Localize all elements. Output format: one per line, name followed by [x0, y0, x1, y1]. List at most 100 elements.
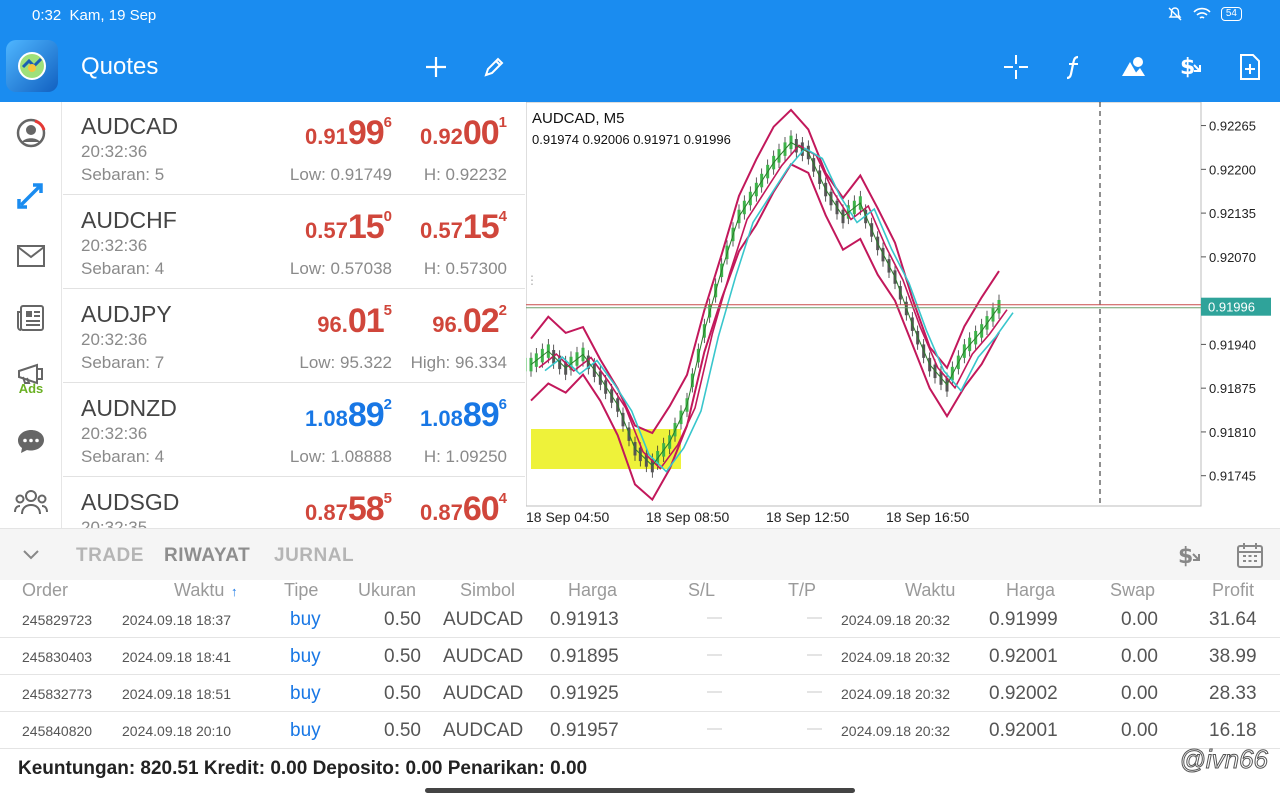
- cell-symbol: AUDCAD: [443, 646, 524, 667]
- quote-symbol: AUDNZD: [81, 395, 177, 421]
- trade-arrows-icon[interactable]: [14, 178, 48, 212]
- column-header[interactable]: Waktu: [905, 580, 955, 601]
- quote-symbol: AUDSGD: [81, 489, 180, 515]
- tab-journal[interactable]: JURNAL: [274, 545, 354, 567]
- price-chart[interactable]: 0.92265 0.92200 0.92135 0.92070 0.91940 0.918…: [514, 101, 1280, 528]
- y-tick-label: 0.91875: [1209, 381, 1256, 396]
- tab-history[interactable]: RIWAYAT: [164, 545, 250, 567]
- cell-swap: 0.00: [1121, 646, 1158, 667]
- news-icon[interactable]: [14, 301, 48, 335]
- table-row[interactable]: 245840820 2024.09.18 20:10 buy 0.50 AUDCAD 0.…: [0, 712, 1280, 749]
- quote-low: Low: 0.57038: [289, 259, 392, 278]
- cell-swap: 0.00: [1121, 609, 1158, 630]
- column-header[interactable]: Tipe: [284, 580, 318, 601]
- chat-icon[interactable]: [14, 424, 48, 458]
- column-header[interactable]: Simbol: [460, 580, 515, 601]
- y-tick-label: 0.92200: [1209, 162, 1256, 177]
- ask-price: 0.92001: [420, 114, 507, 152]
- bid-price: 0.87585: [305, 490, 392, 528]
- cell-type: buy: [290, 646, 321, 667]
- quote-high: High: 96.334: [410, 353, 507, 372]
- column-header[interactable]: Order: [22, 580, 68, 601]
- resize-grip-icon: ⋮⋮: [526, 273, 538, 287]
- column-header[interactable]: Harga: [568, 580, 617, 601]
- quote-row[interactable]: AUDCAD 20:32:36 Sebaran: 5 Low: 0.91749 H: 0…: [63, 102, 525, 195]
- cell-order: 245829723: [22, 612, 93, 628]
- home-indicator[interactable]: [425, 788, 855, 793]
- cell-profit: 31.64: [1209, 609, 1257, 630]
- account-icon[interactable]: [14, 116, 48, 150]
- table-row[interactable]: 245832773 2024.09.18 18:51 buy 0.50 AUDCAD 0.…: [0, 675, 1280, 712]
- status-time: 0:32: [32, 7, 62, 24]
- svg-text:$: $: [1178, 544, 1193, 569]
- chart-title: AUDCAD, M5: [532, 110, 625, 127]
- cell-size: 0.50: [384, 720, 421, 741]
- quote-row[interactable]: AUDSGD 20:32:35 0.87585 0.87604: [63, 478, 525, 528]
- column-header[interactable]: Waktu: [174, 580, 224, 601]
- cell-profit: 28.33: [1209, 683, 1257, 704]
- cell-tp: —: [807, 683, 822, 700]
- quote-symbol: AUDJPY: [81, 301, 172, 327]
- dollar-transfer-icon[interactable]: $: [1176, 541, 1206, 569]
- mute-icon: [1168, 7, 1182, 21]
- page-title: Quotes: [81, 53, 159, 80]
- column-header[interactable]: T/P: [788, 580, 816, 601]
- cell-close-time: 2024.09.18 20:32: [841, 612, 950, 628]
- column-header[interactable]: Swap: [1110, 580, 1155, 601]
- community-icon[interactable]: [14, 485, 48, 519]
- ads-label: Ads: [18, 380, 44, 396]
- objects-icon[interactable]: [1116, 50, 1150, 84]
- cell-size: 0.50: [384, 609, 421, 630]
- cell-close-price: 0.92001: [989, 720, 1058, 741]
- quote-high: H: 0.57300: [423, 259, 507, 278]
- quote-time: 20:32:36: [81, 236, 148, 255]
- table-row[interactable]: 245829723 2024.09.18 18:37 buy 0.50 AUDCAD 0.…: [0, 601, 1280, 638]
- chart-panel[interactable]: 0.92265 0.92200 0.92135 0.92070 0.91940 0.918…: [514, 101, 1280, 528]
- cell-price: 0.91895: [550, 646, 619, 667]
- pencil-icon[interactable]: [477, 50, 511, 84]
- cell-price: 0.91913: [550, 609, 619, 630]
- column-header[interactable]: Ukuran: [358, 580, 416, 601]
- table-row[interactable]: 245830403 2024.09.18 18:41 buy 0.50 AUDCAD 0.…: [0, 638, 1280, 675]
- quote-low: Low: 95.322: [299, 353, 392, 372]
- crosshair-icon[interactable]: [999, 50, 1033, 84]
- quote-row[interactable]: AUDCHF 20:32:36 Sebaran: 4 Low: 0.57038 H: 0…: [63, 196, 525, 289]
- ads-icon[interactable]: Ads: [14, 362, 48, 396]
- y-tick-label: 0.92265: [1209, 119, 1256, 134]
- cell-profit: 38.99: [1209, 646, 1257, 667]
- ask-price: 0.87604: [420, 490, 507, 528]
- ask-price: 96.022: [432, 302, 507, 340]
- column-header[interactable]: S/L: [688, 580, 715, 601]
- column-header[interactable]: Profit: [1212, 580, 1254, 601]
- cell-tp: —: [807, 609, 822, 626]
- y-tick-label: 0.91745: [1209, 469, 1256, 484]
- battery-indicator: 54: [1220, 7, 1242, 21]
- cell-open-time: 2024.09.18 18:51: [122, 686, 231, 702]
- app-logo-icon[interactable]: [6, 40, 58, 92]
- screen: 0:32 Kam, 19 Sep 54 Quotes $ Ads AUDCAD …: [0, 0, 1280, 800]
- cell-tp: —: [807, 720, 822, 737]
- x-tick-label: 18 Sep 04:50: [526, 509, 610, 525]
- chevron-down-icon[interactable]: [22, 549, 40, 561]
- calendar-icon[interactable]: [1236, 541, 1264, 569]
- quote-row[interactable]: AUDNZD 20:32:36 Sebaran: 4 Low: 1.08888 H: 1…: [63, 384, 525, 477]
- function-icon[interactable]: [1057, 50, 1091, 84]
- tab-trade[interactable]: TRADE: [76, 545, 144, 567]
- dollar-icon[interactable]: $: [1174, 50, 1208, 84]
- cell-price: 0.91957: [550, 720, 619, 741]
- new-file-icon[interactable]: [1233, 50, 1267, 84]
- cell-sl: —: [707, 683, 722, 700]
- bottom-tab-bar: TRADE RIWAYAT JURNAL $: [0, 528, 1280, 580]
- cell-order: 245840820: [22, 723, 93, 739]
- column-header[interactable]: Harga: [1006, 580, 1055, 601]
- y-tick-label: 0.92135: [1209, 206, 1256, 221]
- quote-low: Low: 1.08888: [289, 447, 392, 466]
- candle-body: [523, 357, 527, 372]
- quotes-list: AUDCAD 20:32:36 Sebaran: 5 Low: 0.91749 H: 0…: [63, 102, 525, 528]
- plus-icon[interactable]: [419, 50, 453, 84]
- quote-row[interactable]: AUDJPY 20:32:36 Sebaran: 7 Low: 95.322 High:…: [63, 290, 525, 383]
- sidebar: Ads: [0, 102, 62, 528]
- status-icons: 54: [1167, 6, 1242, 22]
- mail-icon[interactable]: [14, 239, 48, 273]
- cell-order: 245832773: [22, 686, 93, 702]
